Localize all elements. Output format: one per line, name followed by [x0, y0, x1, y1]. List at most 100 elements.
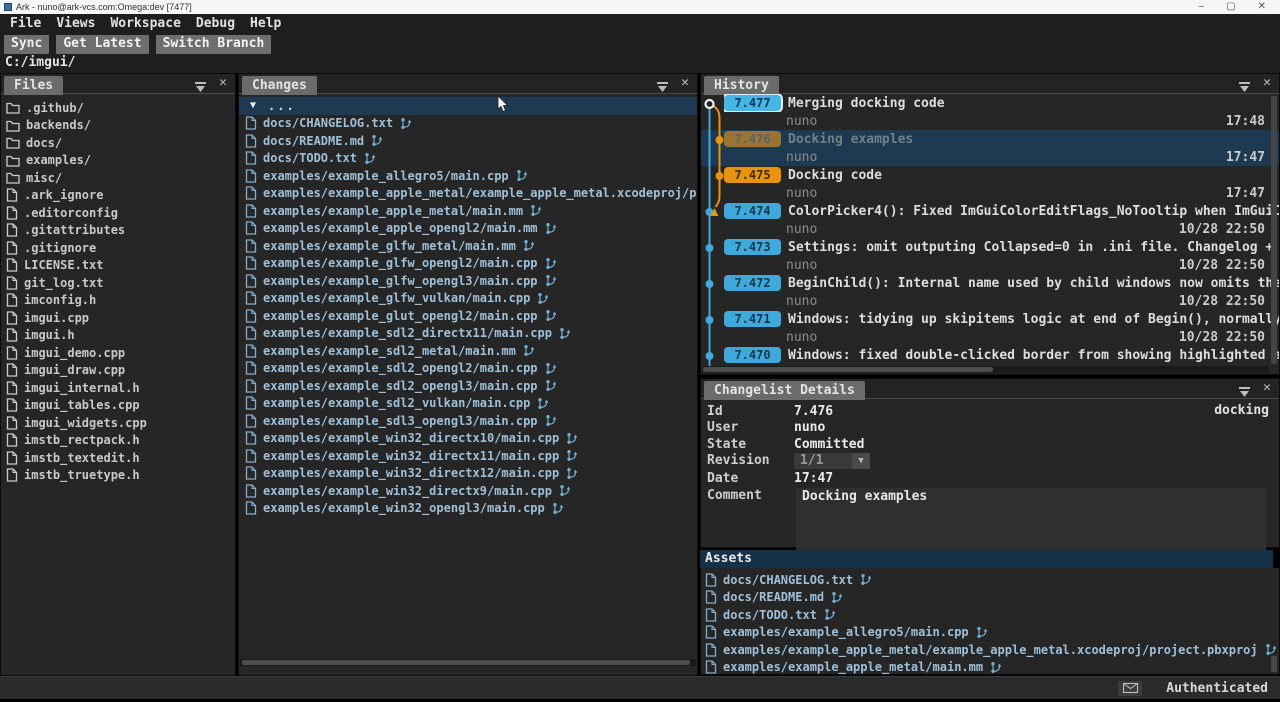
file-tree-item[interactable]: backends/	[1, 117, 235, 135]
asset-item[interactable]: docs/README.md	[701, 589, 1279, 607]
history-entry[interactable]: 7.477Merging docking codenuno17:48	[701, 94, 1279, 130]
changes-root-row[interactable]: ▼ ...	[239, 97, 697, 115]
changed-file-item[interactable]: examples/example_apple_metal/example_app…	[239, 185, 697, 203]
changed-file-item[interactable]: examples/example_sdl3_opengl3/main.cpp	[239, 412, 697, 430]
changed-file-item[interactable]: docs/README.md	[239, 132, 697, 150]
file-tree-item[interactable]: .gitignore	[1, 239, 235, 257]
revision-select[interactable]: 1/1 ▼	[794, 453, 870, 469]
menu-item-file[interactable]: File	[10, 16, 41, 33]
changed-file-item[interactable]: examples/example_win32_opengl3/main.cpp	[239, 500, 697, 518]
changed-file-item[interactable]: examples/example_win32_directx12/main.cp…	[239, 465, 697, 483]
file-icon	[245, 326, 257, 340]
asset-item[interactable]: docs/TODO.txt	[701, 606, 1279, 624]
file-icon	[245, 309, 257, 323]
changeset-author: nuno	[786, 294, 817, 309]
tab-history[interactable]: History	[704, 76, 779, 95]
asset-item[interactable]: examples/example_apple_metal/main.mm	[701, 659, 1279, 676]
asset-item[interactable]: examples/example_allegro5/main.cpp	[701, 624, 1279, 642]
changed-file-item[interactable]: examples/example_allegro5/main.cpp	[239, 167, 697, 185]
tab-files[interactable]: Files	[4, 76, 63, 95]
file-tree-item[interactable]: docs/	[1, 134, 235, 152]
tab-changelist-details[interactable]: Changelist Details	[704, 381, 865, 400]
changed-file-item[interactable]: examples/example_glfw_opengl2/main.cpp	[239, 255, 697, 273]
changed-file-item[interactable]: examples/example_glfw_vulkan/main.cpp	[239, 290, 697, 308]
file-tree-item[interactable]: git_log.txt	[1, 274, 235, 292]
asset-item-label: examples/example_apple_metal/example_app…	[723, 643, 1258, 657]
changed-file-item[interactable]: examples/example_glfw_metal/main.mm	[239, 237, 697, 255]
changed-file-item[interactable]: examples/example_win32_directx9/main.cpp	[239, 482, 697, 500]
file-tree-item[interactable]: examples/	[1, 152, 235, 170]
asset-item[interactable]: examples/example_apple_metal/example_app…	[701, 641, 1279, 659]
changed-file-item[interactable]: examples/example_win32_directx10/main.cp…	[239, 430, 697, 448]
changed-file-item[interactable]: examples/example_sdl2_opengl2/main.cpp	[239, 360, 697, 378]
file-tree-item[interactable]: imstb_textedit.h	[1, 449, 235, 467]
tab-changes[interactable]: Changes	[242, 76, 317, 95]
comment-field[interactable]: Docking examples	[796, 488, 1266, 550]
history-entry[interactable]: 7.476Docking examplesnuno17:47	[701, 130, 1279, 166]
history-entry[interactable]: 7.471Windows: tidying up skipitems logic…	[701, 310, 1279, 346]
file-tree-item[interactable]: .github/	[1, 99, 235, 117]
dropdown-arrow-icon[interactable]: ▼	[852, 453, 870, 469]
get-latest-button[interactable]: Get Latest	[56, 35, 148, 54]
close-icon[interactable]: ✕	[1263, 382, 1271, 394]
changed-file-item[interactable]: examples/example_sdl2_opengl3/main.cpp	[239, 377, 697, 395]
menu-item-workspace[interactable]: Workspace	[110, 16, 180, 33]
file-tree-item[interactable]: .ark_ignore	[1, 187, 235, 205]
menu-item-views[interactable]: Views	[56, 16, 95, 33]
history-horizontal-scrollbar[interactable]	[702, 366, 1269, 373]
changed-file-item[interactable]: examples/example_apple_metal/main.mm	[239, 202, 697, 220]
close-icon[interactable]: ✕	[1263, 77, 1271, 89]
file-tree-item[interactable]: imgui_internal.h	[1, 379, 235, 397]
history-entry[interactable]: 7.474ColorPicker4(): Fixed ImGuiColorEdi…	[701, 202, 1279, 238]
history-entry[interactable]: 7.472BeginChild(): Internal name used by…	[701, 274, 1279, 310]
app-icon	[4, 3, 12, 11]
change-branch-icon	[371, 134, 384, 147]
file-tree-item[interactable]: imstb_rectpack.h	[1, 432, 235, 450]
changeset-time: 10/28 22:50	[1179, 330, 1279, 345]
file-tree-item[interactable]: imgui_widgets.cpp	[1, 414, 235, 432]
file-tree-item[interactable]: .editorconfig	[1, 204, 235, 222]
history-entry[interactable]: 7.473Settings: omit outputing Collapsed=…	[701, 238, 1279, 274]
file-tree-item[interactable]: imgui.cpp	[1, 309, 235, 327]
changed-file-item[interactable]: docs/TODO.txt	[239, 150, 697, 168]
changed-file-item-label: examples/example_glfw_opengl3/main.cpp	[263, 274, 538, 288]
file-tree-item[interactable]: imgui_draw.cpp	[1, 362, 235, 380]
changed-file-item[interactable]: examples/example_sdl2_directx11/main.cpp	[239, 325, 697, 343]
minimize-button[interactable]: –	[1199, 1, 1205, 13]
switch-branch-button[interactable]: Switch Branch	[156, 35, 272, 54]
close-icon[interactable]: ✕	[219, 77, 227, 89]
sync-button[interactable]: Sync	[4, 35, 49, 54]
file-tree-item[interactable]: imgui_demo.cpp	[1, 344, 235, 362]
file-tree-item[interactable]: imconfig.h	[1, 292, 235, 310]
file-tree-item[interactable]: imstb_truetype.h	[1, 467, 235, 485]
history-entry[interactable]: 7.470Windows: fixed double-clicked borde…	[701, 346, 1279, 368]
changed-file-item-label: examples/example_win32_directx11/main.cp…	[263, 449, 559, 463]
file-tree-item[interactable]: imgui.h	[1, 327, 235, 345]
date-value: 17:47	[794, 471, 833, 486]
change-branch-icon	[523, 239, 536, 252]
history-vertical-scrollbar[interactable]	[1271, 96, 1277, 364]
changed-file-item[interactable]: docs/CHANGELOG.txt	[239, 115, 697, 133]
changed-file-item[interactable]: examples/example_glfw_opengl3/main.cpp	[239, 272, 697, 290]
mail-icon[interactable]	[1118, 681, 1142, 696]
changed-file-item[interactable]: examples/example_sdl2_metal/main.mm	[239, 342, 697, 360]
changed-file-item[interactable]: examples/example_sdl2_vulkan/main.cpp	[239, 395, 697, 413]
close-button[interactable]: ✕	[1258, 1, 1266, 13]
history-entry[interactable]: 7.475Docking codenuno17:47	[701, 166, 1279, 202]
expander-down-icon[interactable]: ▼	[250, 100, 256, 111]
close-icon[interactable]: ✕	[681, 77, 689, 89]
menu-item-debug[interactable]: Debug	[196, 16, 235, 33]
changed-file-item[interactable]: examples/example_glut_opengl2/main.cpp	[239, 307, 697, 325]
menu-item-help[interactable]: Help	[250, 16, 281, 33]
maximize-button[interactable]: ▢	[1226, 1, 1235, 13]
changed-file-item[interactable]: examples/example_apple_opengl2/main.mm	[239, 220, 697, 238]
file-tree-item[interactable]: imgui_tables.cpp	[1, 397, 235, 415]
assets-vertical-scrollbar[interactable]	[1271, 656, 1277, 672]
file-tree-item[interactable]: LICENSE.txt	[1, 257, 235, 275]
changes-horizontal-scrollbar[interactable]	[240, 659, 696, 666]
file-tree-item[interactable]: .gitattributes	[1, 222, 235, 240]
filter-icon[interactable]	[194, 78, 207, 97]
changed-file-item[interactable]: examples/example_win32_directx11/main.cp…	[239, 447, 697, 465]
asset-item[interactable]: docs/CHANGELOG.txt	[701, 571, 1279, 589]
file-tree-item[interactable]: misc/	[1, 169, 235, 187]
